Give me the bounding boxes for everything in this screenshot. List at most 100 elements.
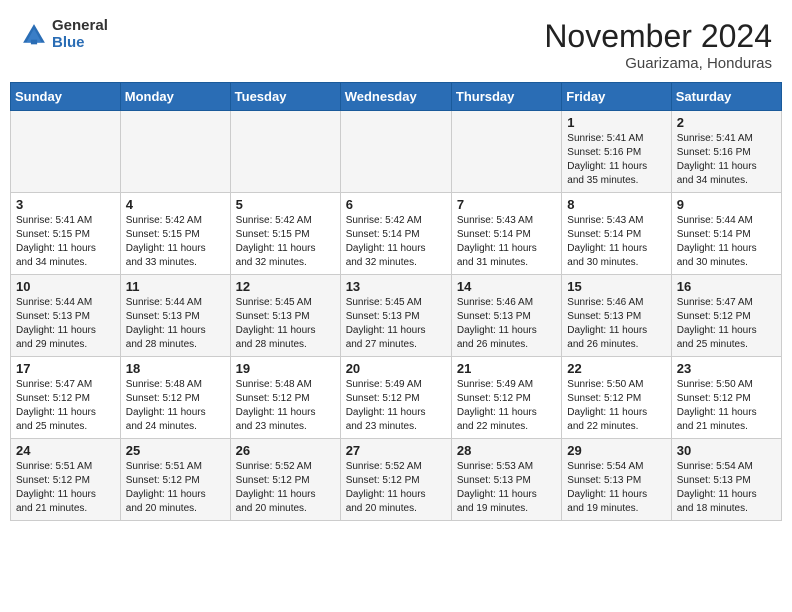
day-info: Sunrise: 5:54 AMSunset: 5:13 PMDaylight:… — [567, 460, 665, 516]
day-info: Sunrise: 5:44 AMSunset: 5:14 PMDaylight:… — [677, 214, 776, 270]
day-info: Sunrise: 5:51 AMSunset: 5:12 PMDaylight:… — [16, 460, 115, 516]
calendar-cell: 4 Sunrise: 5:42 AMSunset: 5:15 PMDaylight… — [120, 193, 230, 275]
day-number: 2 — [677, 115, 776, 130]
calendar-cell: 11 Sunrise: 5:44 AMSunset: 5:13 PMDayligh… — [120, 275, 230, 357]
day-number: 13 — [346, 279, 446, 294]
logo-blue-text: Blue — [52, 35, 108, 52]
day-info: Sunrise: 5:45 AMSunset: 5:13 PMDaylight:… — [346, 296, 446, 352]
day-number: 16 — [677, 279, 776, 294]
calendar-cell: 16 Sunrise: 5:47 AMSunset: 5:12 PMDayligh… — [671, 275, 781, 357]
header-thursday: Thursday — [451, 83, 561, 111]
day-info: Sunrise: 5:52 AMSunset: 5:12 PMDaylight:… — [236, 460, 335, 516]
day-info: Sunrise: 5:41 AMSunset: 5:16 PMDaylight:… — [677, 132, 776, 188]
calendar-cell: 26 Sunrise: 5:52 AMSunset: 5:12 PMDayligh… — [230, 439, 340, 521]
calendar-cell: 20 Sunrise: 5:49 AMSunset: 5:12 PMDayligh… — [340, 357, 451, 439]
day-number: 8 — [567, 197, 665, 212]
calendar-cell: 9 Sunrise: 5:44 AMSunset: 5:14 PMDaylight… — [671, 193, 781, 275]
day-number: 1 — [567, 115, 665, 130]
calendar-cell — [451, 111, 561, 193]
calendar-cell: 8 Sunrise: 5:43 AMSunset: 5:14 PMDaylight… — [562, 193, 671, 275]
day-number: 20 — [346, 361, 446, 376]
calendar-cell — [120, 111, 230, 193]
calendar-cell: 13 Sunrise: 5:45 AMSunset: 5:13 PMDayligh… — [340, 275, 451, 357]
day-number: 5 — [236, 197, 335, 212]
day-info: Sunrise: 5:41 AMSunset: 5:16 PMDaylight:… — [567, 132, 665, 188]
calendar-cell: 25 Sunrise: 5:51 AMSunset: 5:12 PMDayligh… — [120, 439, 230, 521]
day-number: 29 — [567, 443, 665, 458]
calendar-week-4: 17 Sunrise: 5:47 AMSunset: 5:12 PMDayligh… — [11, 357, 782, 439]
calendar-cell: 14Sunrise: 5:46 AMSunset: 5:13 PMDayligh… — [451, 275, 561, 357]
day-info: Sunrise: 5:45 AMSunset: 5:13 PMDaylight:… — [236, 296, 335, 352]
logo: General Blue — [20, 18, 108, 51]
calendar-cell: 10Sunrise: 5:44 AMSunset: 5:13 PMDayligh… — [11, 275, 121, 357]
day-number: 9 — [677, 197, 776, 212]
day-number: 15 — [567, 279, 665, 294]
day-info: Sunrise: 5:42 AMSunset: 5:15 PMDaylight:… — [236, 214, 335, 270]
calendar-cell: 21Sunrise: 5:49 AMSunset: 5:12 PMDayligh… — [451, 357, 561, 439]
day-number: 4 — [126, 197, 225, 212]
weekday-header-row: Sunday Monday Tuesday Wednesday Thursday… — [11, 83, 782, 111]
day-info: Sunrise: 5:46 AMSunset: 5:13 PMDaylight:… — [567, 296, 665, 352]
calendar-cell — [340, 111, 451, 193]
logo-text: General Blue — [52, 18, 108, 51]
day-info: Sunrise: 5:50 AMSunset: 5:12 PMDaylight:… — [677, 378, 776, 434]
day-number: 7 — [457, 197, 556, 212]
day-info: Sunrise: 5:52 AMSunset: 5:12 PMDaylight:… — [346, 460, 446, 516]
logo-general-text: General — [52, 18, 108, 35]
calendar-cell: 3Sunrise: 5:41 AMSunset: 5:15 PMDaylight… — [11, 193, 121, 275]
header-friday: Friday — [562, 83, 671, 111]
calendar-cell: 15 Sunrise: 5:46 AMSunset: 5:13 PMDayligh… — [562, 275, 671, 357]
calendar-cell: 5 Sunrise: 5:42 AMSunset: 5:15 PMDaylight… — [230, 193, 340, 275]
day-number: 3 — [16, 197, 115, 212]
day-info: Sunrise: 5:48 AMSunset: 5:12 PMDaylight:… — [126, 378, 225, 434]
calendar-table: Sunday Monday Tuesday Wednesday Thursday… — [10, 82, 782, 521]
day-info: Sunrise: 5:42 AMSunset: 5:14 PMDaylight:… — [346, 214, 446, 270]
day-number: 17 — [16, 361, 115, 376]
day-info: Sunrise: 5:48 AMSunset: 5:12 PMDaylight:… — [236, 378, 335, 434]
calendar-week-1: 1 Sunrise: 5:41 AMSunset: 5:16 PMDaylight… — [11, 111, 782, 193]
calendar-cell — [230, 111, 340, 193]
month-title: November 2024 — [544, 18, 772, 55]
day-info: Sunrise: 5:44 AMSunset: 5:13 PMDaylight:… — [126, 296, 225, 352]
calendar-header: Sunday Monday Tuesday Wednesday Thursday… — [11, 83, 782, 111]
header-wednesday: Wednesday — [340, 83, 451, 111]
day-number: 28 — [457, 443, 556, 458]
day-number: 24 — [16, 443, 115, 458]
day-number: 11 — [126, 279, 225, 294]
calendar-body: 1 Sunrise: 5:41 AMSunset: 5:16 PMDaylight… — [11, 111, 782, 521]
calendar: Sunday Monday Tuesday Wednesday Thursday… — [0, 82, 792, 612]
day-number: 26 — [236, 443, 335, 458]
day-info: Sunrise: 5:50 AMSunset: 5:12 PMDaylight:… — [567, 378, 665, 434]
calendar-cell: 30 Sunrise: 5:54 AMSunset: 5:13 PMDayligh… — [671, 439, 781, 521]
calendar-cell: 27 Sunrise: 5:52 AMSunset: 5:12 PMDayligh… — [340, 439, 451, 521]
calendar-week-5: 24 Sunrise: 5:51 AMSunset: 5:12 PMDayligh… — [11, 439, 782, 521]
day-info: Sunrise: 5:51 AMSunset: 5:12 PMDaylight:… — [126, 460, 225, 516]
day-info: Sunrise: 5:49 AMSunset: 5:12 PMDaylight:… — [346, 378, 446, 434]
calendar-cell: 22Sunrise: 5:50 AMSunset: 5:12 PMDayligh… — [562, 357, 671, 439]
calendar-cell: 29 Sunrise: 5:54 AMSunset: 5:13 PMDayligh… — [562, 439, 671, 521]
day-number: 27 — [346, 443, 446, 458]
day-number: 6 — [346, 197, 446, 212]
day-info: Sunrise: 5:47 AMSunset: 5:12 PMDaylight:… — [16, 378, 115, 434]
day-info: Sunrise: 5:44 AMSunset: 5:13 PMDaylight:… — [16, 296, 115, 352]
page: General Blue November 2024 Guarizama, Ho… — [0, 0, 792, 612]
day-number: 30 — [677, 443, 776, 458]
calendar-cell: 1 Sunrise: 5:41 AMSunset: 5:16 PMDaylight… — [562, 111, 671, 193]
day-info: Sunrise: 5:54 AMSunset: 5:13 PMDaylight:… — [677, 460, 776, 516]
header-sunday: Sunday — [11, 83, 121, 111]
day-info: Sunrise: 5:47 AMSunset: 5:12 PMDaylight:… — [677, 296, 776, 352]
logo-icon — [20, 21, 48, 49]
calendar-cell — [11, 111, 121, 193]
day-info: Sunrise: 5:43 AMSunset: 5:14 PMDaylight:… — [567, 214, 665, 270]
day-info: Sunrise: 5:42 AMSunset: 5:15 PMDaylight:… — [126, 214, 225, 270]
header-tuesday: Tuesday — [230, 83, 340, 111]
calendar-week-3: 10Sunrise: 5:44 AMSunset: 5:13 PMDayligh… — [11, 275, 782, 357]
header: General Blue November 2024 Guarizama, Ho… — [0, 0, 792, 82]
calendar-cell: 7Sunrise: 5:43 AMSunset: 5:14 PMDaylight… — [451, 193, 561, 275]
calendar-cell: 12Sunrise: 5:45 AMSunset: 5:13 PMDayligh… — [230, 275, 340, 357]
day-number: 14 — [457, 279, 556, 294]
calendar-cell: 24 Sunrise: 5:51 AMSunset: 5:12 PMDayligh… — [11, 439, 121, 521]
day-info: Sunrise: 5:53 AMSunset: 5:13 PMDaylight:… — [457, 460, 556, 516]
day-number: 25 — [126, 443, 225, 458]
calendar-cell: 28 Sunrise: 5:53 AMSunset: 5:13 PMDayligh… — [451, 439, 561, 521]
